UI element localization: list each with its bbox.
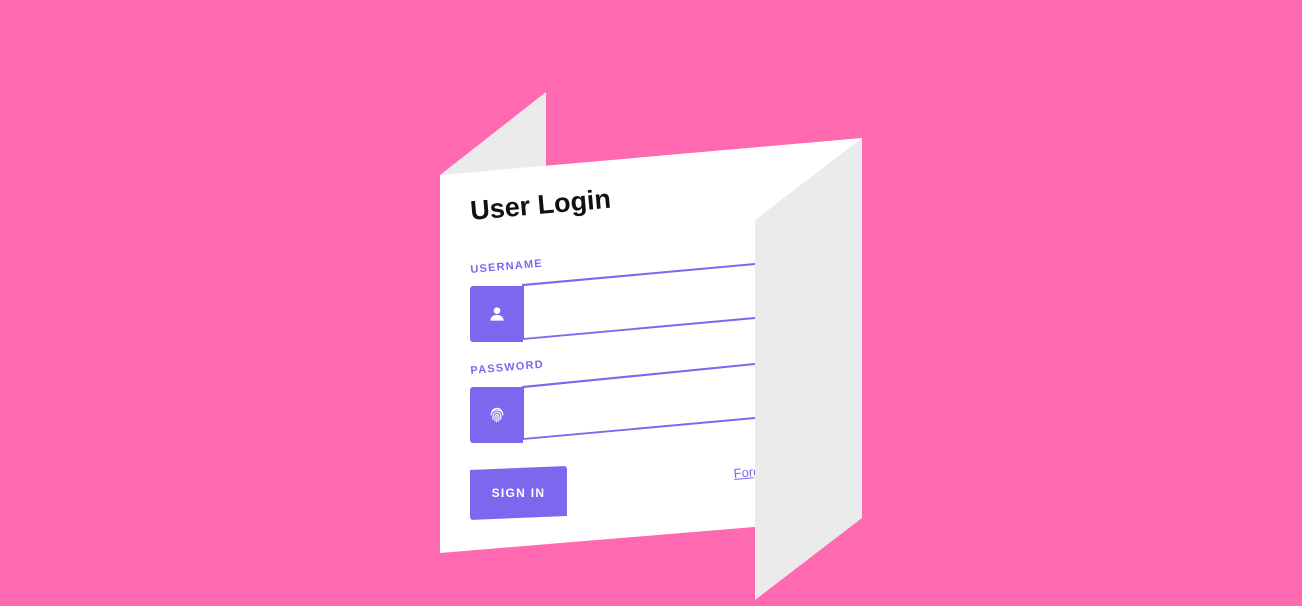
user-icon [489, 307, 504, 321]
forgot-password-link[interactable]: Forgot password? [733, 464, 756, 481]
signin-button[interactable]: SIGN IN [470, 466, 567, 520]
password-icon-box [470, 387, 523, 443]
page-background: User Login USERNAME PASSWORD SIGN IN For… [0, 0, 1302, 606]
username-icon-box [470, 286, 523, 342]
fingerprint-icon [490, 407, 503, 423]
